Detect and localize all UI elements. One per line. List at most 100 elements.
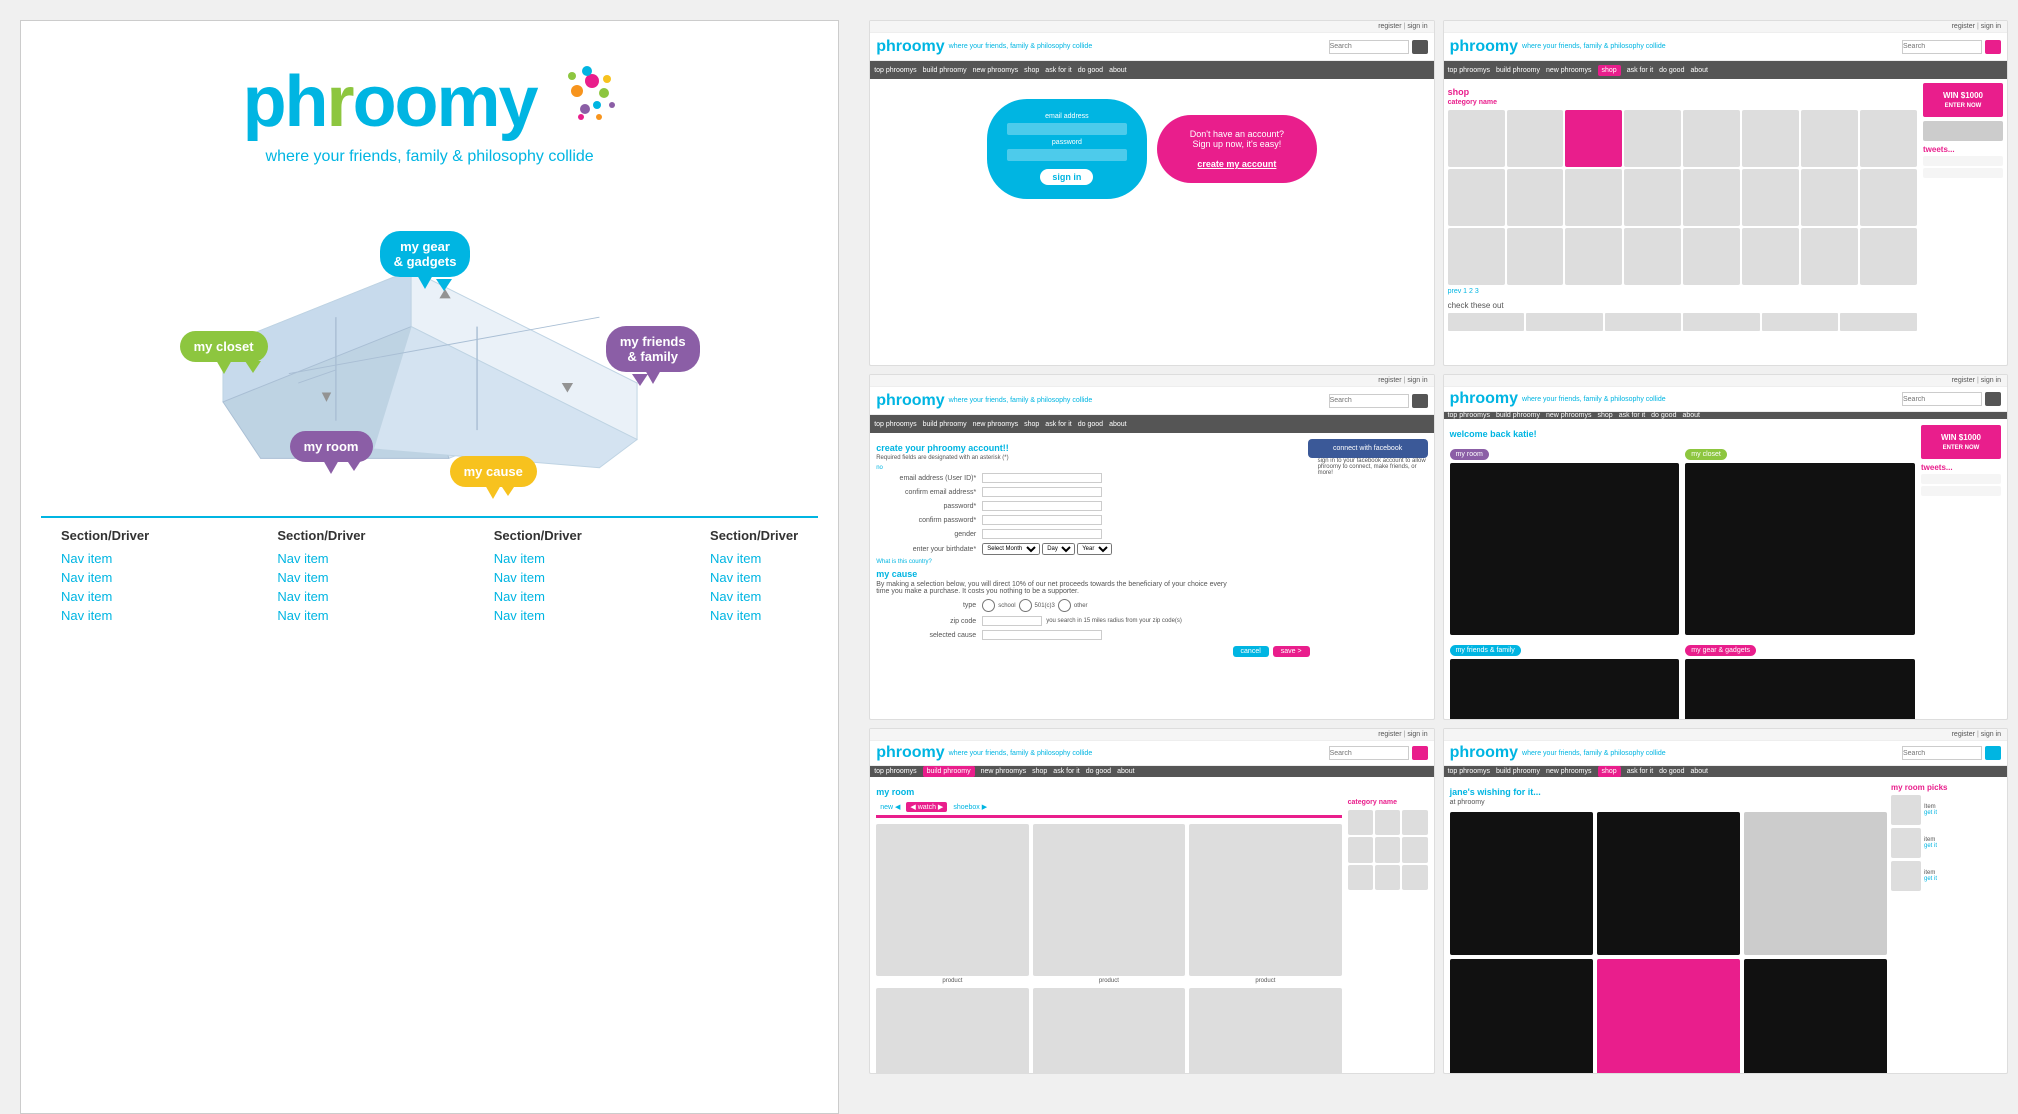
shop-item-5[interactable] bbox=[1683, 110, 1740, 167]
screen2-search[interactable] bbox=[1902, 40, 1982, 54]
s3nav-build[interactable]: build phroomy bbox=[923, 421, 967, 428]
s4nav-shop[interactable]: shop bbox=[1598, 412, 1613, 419]
nav-item-2-4[interactable]: Nav item bbox=[277, 608, 365, 623]
shop-item-10[interactable] bbox=[1507, 169, 1564, 226]
check-item-5[interactable] bbox=[1762, 313, 1839, 331]
nav1-about[interactable]: about bbox=[1109, 67, 1127, 74]
s5nav-about[interactable]: about bbox=[1117, 768, 1135, 775]
bday-month[interactable]: Select Month bbox=[982, 543, 1040, 555]
nav1-shop[interactable]: shop bbox=[1024, 67, 1039, 74]
s6-signin[interactable]: sign in bbox=[1981, 731, 2001, 738]
nav1-build[interactable]: build phroomy bbox=[923, 67, 967, 74]
zip-field[interactable] bbox=[982, 616, 1042, 626]
nav-item-1-3[interactable]: Nav item bbox=[61, 589, 149, 604]
email-input[interactable] bbox=[1007, 123, 1127, 135]
shop-item-22[interactable] bbox=[1742, 228, 1799, 285]
shop-item-18[interactable] bbox=[1507, 228, 1564, 285]
shop-item-1[interactable] bbox=[1448, 110, 1505, 167]
room-block-friends[interactable] bbox=[1450, 659, 1680, 720]
s5-register[interactable]: register bbox=[1378, 731, 1401, 738]
contest-banner[interactable] bbox=[1923, 121, 2003, 141]
side-item-5[interactable] bbox=[1375, 837, 1400, 862]
bubble-friends[interactable]: my friends& family bbox=[606, 326, 700, 372]
screen1-search-btn[interactable] bbox=[1412, 40, 1428, 54]
pick-img-1[interactable] bbox=[1891, 795, 1921, 825]
s3-register[interactable]: register bbox=[1378, 377, 1401, 384]
s5nav-top[interactable]: top phroomys bbox=[874, 768, 916, 775]
nav1-new[interactable]: new phroomys bbox=[973, 67, 1019, 74]
shop-item-3[interactable] bbox=[1565, 110, 1622, 167]
shop-item-12[interactable] bbox=[1624, 169, 1681, 226]
pick-img-2[interactable] bbox=[1891, 828, 1921, 858]
screen4-search-btn[interactable] bbox=[1985, 392, 2001, 406]
s4nav-about[interactable]: about bbox=[1682, 412, 1700, 419]
register-link[interactable]: register bbox=[1378, 23, 1401, 30]
s6nav-new[interactable]: new phroomys bbox=[1546, 768, 1592, 775]
side-item-8[interactable] bbox=[1375, 865, 1400, 890]
shop-item-4[interactable] bbox=[1624, 110, 1681, 167]
nav-item-4-3[interactable]: Nav item bbox=[710, 589, 798, 604]
room-block-closet[interactable] bbox=[1685, 463, 1915, 635]
check-item-3[interactable] bbox=[1605, 313, 1682, 331]
signin-button[interactable]: sign in bbox=[1040, 169, 1093, 185]
s5nav-build[interactable]: build phroomy bbox=[923, 766, 975, 777]
selected-cause-field[interactable] bbox=[982, 630, 1102, 640]
s3-signin[interactable]: sign in bbox=[1407, 377, 1427, 384]
screen6-search-btn[interactable] bbox=[1985, 746, 2001, 760]
s3nav-new[interactable]: new phroomys bbox=[973, 421, 1019, 428]
product-img-2[interactable] bbox=[1033, 824, 1185, 976]
nav-item-3-3[interactable]: Nav item bbox=[494, 589, 582, 604]
tab-shoebox[interactable]: shoebox ▶ bbox=[949, 802, 991, 812]
nav-item-1-2[interactable]: Nav item bbox=[61, 570, 149, 585]
bday-year[interactable]: Year bbox=[1077, 543, 1112, 555]
s2nav-top[interactable]: top phroomys bbox=[1448, 67, 1490, 74]
screen2-search-btn[interactable] bbox=[1985, 40, 2001, 54]
s6nav-top[interactable]: top phroomys bbox=[1448, 768, 1490, 775]
s2nav-about[interactable]: about bbox=[1690, 67, 1708, 74]
s3nav-shop[interactable]: shop bbox=[1024, 421, 1039, 428]
nav-item-3-1[interactable]: Nav item bbox=[494, 551, 582, 566]
nav-item-3-2[interactable]: Nav item bbox=[494, 570, 582, 585]
shop-item-17[interactable] bbox=[1448, 228, 1505, 285]
wish-block-pink[interactable]: get it bbox=[1597, 959, 1740, 1074]
check-item-6[interactable] bbox=[1840, 313, 1917, 331]
nav-item-1-1[interactable]: Nav item bbox=[61, 551, 149, 566]
s2nav-build[interactable]: build phroomy bbox=[1496, 67, 1540, 74]
confirm-password-field[interactable] bbox=[982, 515, 1102, 525]
room-block-gear[interactable] bbox=[1685, 659, 1915, 720]
shop-pagination[interactable]: prev 1 2 3 bbox=[1448, 288, 1917, 295]
type-school[interactable] bbox=[982, 599, 995, 612]
signin-link[interactable]: sign in bbox=[1407, 23, 1427, 30]
s4-signin[interactable]: sign in bbox=[1981, 377, 2001, 384]
bubble-cause[interactable]: my cause bbox=[450, 456, 537, 487]
product-img-6[interactable] bbox=[1189, 988, 1341, 1074]
side-item-3[interactable] bbox=[1402, 810, 1427, 835]
shop-item-23[interactable] bbox=[1801, 228, 1858, 285]
wish-block-3[interactable] bbox=[1744, 812, 1887, 955]
s6-register[interactable]: register bbox=[1952, 731, 1975, 738]
screen5-search[interactable] bbox=[1329, 746, 1409, 760]
wish-block-4[interactable] bbox=[1450, 959, 1593, 1074]
shop-item-16[interactable] bbox=[1860, 169, 1917, 226]
s5nav-new[interactable]: new phroomys bbox=[981, 768, 1027, 775]
check-item-1[interactable] bbox=[1448, 313, 1525, 331]
email-field[interactable] bbox=[982, 473, 1102, 483]
welcome-contest-box[interactable]: WIN $1000ENTER NOW bbox=[1921, 425, 2001, 459]
nav-item-1-4[interactable]: Nav item bbox=[61, 608, 149, 623]
side-item-9[interactable] bbox=[1402, 865, 1427, 890]
tab-new[interactable]: new ◀ bbox=[876, 802, 904, 812]
shop-item-6[interactable] bbox=[1742, 110, 1799, 167]
side-item-6[interactable] bbox=[1402, 837, 1427, 862]
nav1-do[interactable]: do good bbox=[1078, 67, 1103, 74]
shop-item-15[interactable] bbox=[1801, 169, 1858, 226]
nav-item-3-4[interactable]: Nav item bbox=[494, 608, 582, 623]
s2-signin[interactable]: sign in bbox=[1981, 23, 2001, 30]
wish-block-5[interactable] bbox=[1744, 959, 1887, 1074]
product-img-4[interactable] bbox=[876, 988, 1028, 1074]
shop-item-2[interactable] bbox=[1507, 110, 1564, 167]
item-link-2[interactable]: get it bbox=[1924, 843, 1937, 849]
s4nav-do[interactable]: do good bbox=[1651, 412, 1676, 419]
why-question[interactable]: What is this country? bbox=[876, 559, 1309, 565]
confirm-email-field[interactable] bbox=[982, 487, 1102, 497]
tab-watch[interactable]: ◀ watch ▶ bbox=[906, 802, 947, 812]
